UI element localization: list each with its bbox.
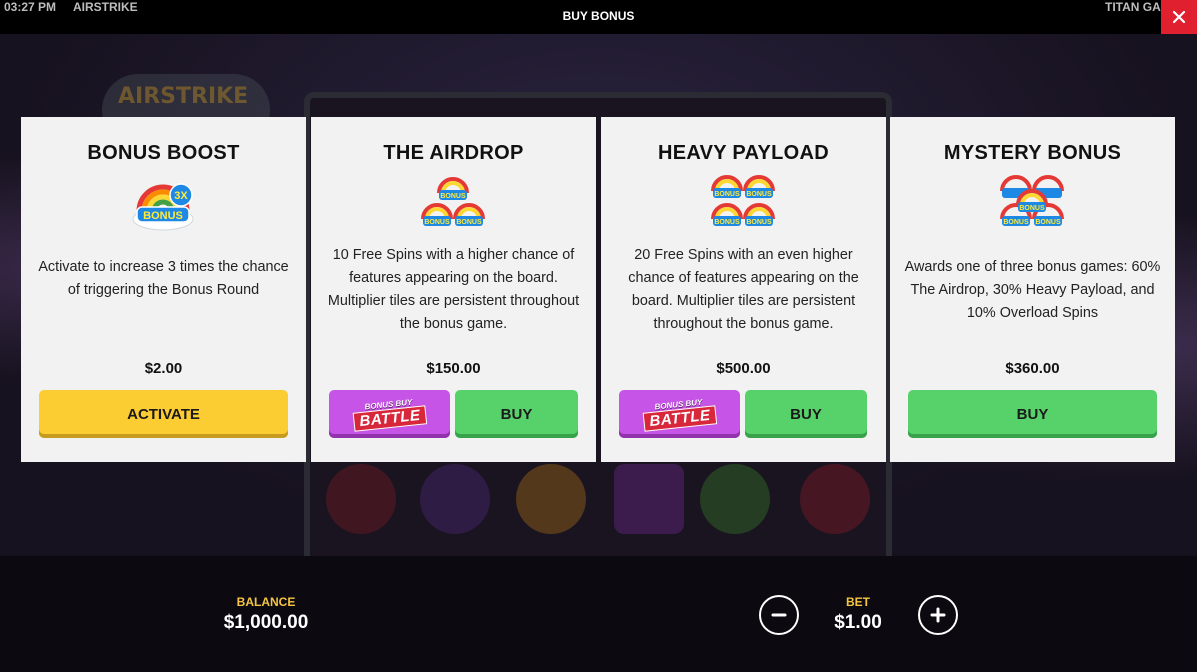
svg-text:BONUS: BONUS <box>424 219 450 226</box>
card-title: THE AIRDROP <box>383 142 524 164</box>
bonus-buy-battle-logo: BONUS BUY BATTLE <box>352 397 428 432</box>
buy-label: BUY <box>790 405 822 423</box>
card-title: MYSTERY BONUS <box>943 142 1122 164</box>
bonus-boost-card: BONUS BOOST BONUS 3X Activate to increas… <box>21 117 306 462</box>
heavy-payload-card: HEAVY PAYLOAD BONUS BONUS BONUS BONUS 20… <box>601 117 886 462</box>
card-title: HEAVY PAYLOAD <box>658 142 829 164</box>
close-icon <box>1172 10 1186 24</box>
svg-text:BONUS: BONUS <box>714 219 740 226</box>
decrease-bet-button[interactable] <box>759 595 799 635</box>
activate-button[interactable]: ACTIVATE <box>39 390 288 438</box>
triple-bonus-icon: BONUS BONUS BONUS <box>311 171 596 235</box>
card-price: $500.00 <box>716 360 771 377</box>
bet-value: $1.00 <box>834 612 882 633</box>
card-title: BONUS BOOST <box>87 142 240 164</box>
svg-text:BONUS: BONUS <box>1035 219 1061 226</box>
mystery-bonus-card: MYSTERY BONUS BONUS BONUS BONUS Awards o… <box>890 117 1175 462</box>
card-description: Activate to increase 3 times the chance … <box>38 259 289 298</box>
buy-button[interactable]: BUY <box>908 390 1157 438</box>
svg-text:BONUS: BONUS <box>746 191 772 198</box>
page-title: BUY BONUS <box>562 9 635 23</box>
svg-text:BONUS: BONUS <box>1019 205 1045 212</box>
svg-text:BONUS: BONUS <box>1003 219 1029 226</box>
increase-bet-button[interactable] <box>918 595 958 635</box>
bet-label: BET <box>846 595 870 609</box>
minus-icon <box>771 613 787 617</box>
plus-icon <box>930 607 946 623</box>
close-button[interactable] <box>1161 0 1197 34</box>
orange-symbol <box>516 464 586 534</box>
bonus-buy-battle-button[interactable]: BONUS BUY BATTLE <box>619 390 740 438</box>
balance-value: $1,000.00 <box>223 612 309 633</box>
card-price: $2.00 <box>144 360 183 377</box>
the-airdrop-card: THE AIRDROP BONUS BONUS BONUS 10 Free Sp… <box>311 117 596 462</box>
bottom-bar <box>0 556 1197 672</box>
provider-name: TITAN GA <box>1105 0 1161 14</box>
card-description: 20 Free Spins with an even higher chance… <box>628 247 859 332</box>
melon-symbol <box>700 464 770 534</box>
buy-button[interactable]: BUY <box>745 390 867 438</box>
heart-symbol <box>800 464 870 534</box>
bonus-buy-battle-button[interactable]: BONUS BUY BATTLE <box>329 390 450 438</box>
svg-text:3X: 3X <box>174 190 188 202</box>
game-logo-text: AIRSTRIKE <box>118 84 249 109</box>
activate-label: ACTIVATE <box>127 405 200 423</box>
gem-symbol <box>614 464 684 534</box>
card-price: $150.00 <box>426 360 481 377</box>
balance-label: BALANCE <box>236 595 296 609</box>
svg-text:BONUS: BONUS <box>714 191 740 198</box>
buy-label: BUY <box>1016 405 1049 423</box>
top-bar: 03:27 PM AIRSTRIKE BUY BONUS TITAN GA <box>0 0 1197 34</box>
rainbow-3x-bonus-icon: BONUS 3X <box>21 171 306 235</box>
card-description: 10 Free Spins with a higher chance of fe… <box>327 247 580 332</box>
svg-text:BONUS: BONUS <box>440 193 466 200</box>
svg-text:BONUS: BONUS <box>746 219 772 226</box>
strawberry-symbol <box>326 464 396 534</box>
bonus-buy-battle-logo: BONUS BUY BATTLE <box>642 397 718 432</box>
stacked-bonus-icon: BONUS BONUS BONUS <box>890 171 1175 235</box>
buy-button[interactable]: BUY <box>455 390 578 438</box>
svg-text:BONUS: BONUS <box>143 210 183 222</box>
grapes-symbol <box>420 464 490 534</box>
card-price: $360.00 <box>1005 360 1060 377</box>
svg-text:BONUS: BONUS <box>456 219 482 226</box>
buy-label: BUY <box>500 405 533 423</box>
quad-bonus-icon: BONUS BONUS BONUS BONUS <box>601 171 886 235</box>
card-description: Awards one of three bonus games: 60% The… <box>904 259 1161 321</box>
